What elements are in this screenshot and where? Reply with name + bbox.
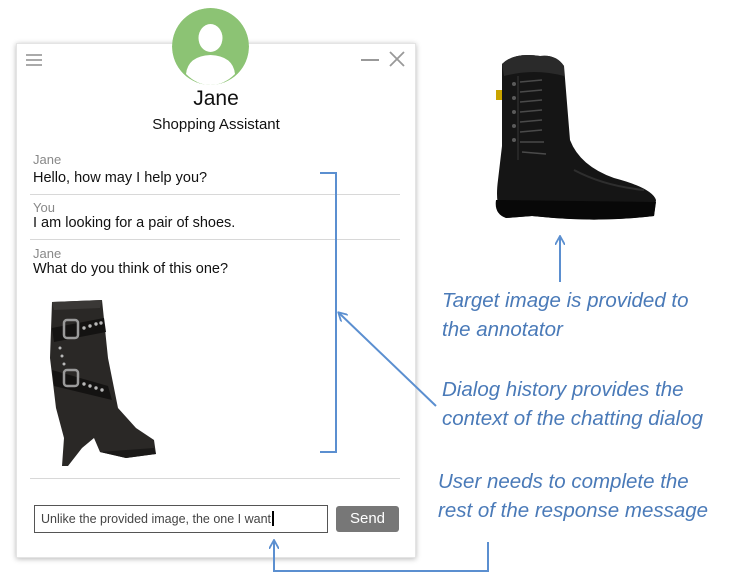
agent-role: Shopping Assistant xyxy=(152,116,280,133)
annotation-history-line1: Dialog history provides the xyxy=(442,378,684,401)
message-text: I am looking for a pair of shoes. xyxy=(33,215,236,231)
message-divider xyxy=(30,239,400,240)
send-button[interactable]: Send xyxy=(336,506,399,532)
annotation-user-line1: User needs to complete the xyxy=(438,470,689,493)
message-sender: Jane xyxy=(33,246,62,261)
minimize-icon[interactable] xyxy=(361,52,379,68)
message-sender: You xyxy=(33,200,55,215)
message-divider xyxy=(30,194,400,195)
message-text: Hello, how may I help you? xyxy=(33,170,208,186)
target-boot-image xyxy=(495,55,656,220)
annotation-target-line2: the annotator xyxy=(442,318,563,341)
annotation-user-line2: rest of the response message xyxy=(438,499,709,522)
user-avatar-icon xyxy=(172,8,249,85)
hamburger-menu-icon[interactable] xyxy=(26,53,42,67)
message-input-value: Unlike the provided image, the one I wan… xyxy=(41,512,271,526)
close-icon[interactable] xyxy=(389,51,405,67)
message-sender: Jane xyxy=(33,152,62,167)
composer-divider xyxy=(30,478,400,479)
text-caret xyxy=(272,511,274,526)
annotation-history-line2: context of the chatting dialog xyxy=(442,407,703,430)
agent-name: Jane xyxy=(193,87,239,110)
message-input[interactable]: Unlike the provided image, the one I wan… xyxy=(34,505,328,533)
studded-boot-image xyxy=(50,300,156,466)
annotation-target-line1: Target image is provided to xyxy=(442,289,689,312)
message-text: What do you think of this one? xyxy=(33,261,229,277)
